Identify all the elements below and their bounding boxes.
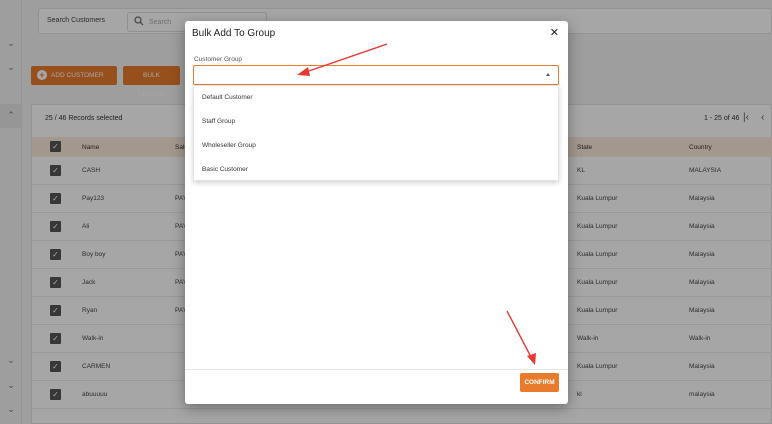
dialog-title: Bulk Add To Group xyxy=(192,28,276,39)
customer-group-dropdown: Default Customer Staff Group Wholeseller… xyxy=(193,85,559,181)
confirm-button[interactable]: CONFIRM xyxy=(520,373,559,392)
option-staff-group[interactable]: Staff Group xyxy=(194,110,558,134)
caret-up-icon xyxy=(546,73,550,76)
bulk-add-to-group-dialog: Bulk Add To Group ✕ Customer Group Defau… xyxy=(185,21,568,404)
option-wholeseller-group[interactable]: Wholeseller Group xyxy=(194,134,558,158)
option-default-customer[interactable]: Default Customer xyxy=(194,86,558,110)
customer-group-label: Customer Group xyxy=(194,56,243,63)
option-basic-customer[interactable]: Basic Customer xyxy=(194,158,558,182)
customer-group-select[interactable] xyxy=(193,65,559,85)
close-icon[interactable]: ✕ xyxy=(550,28,559,39)
dialog-footer xyxy=(185,369,568,404)
